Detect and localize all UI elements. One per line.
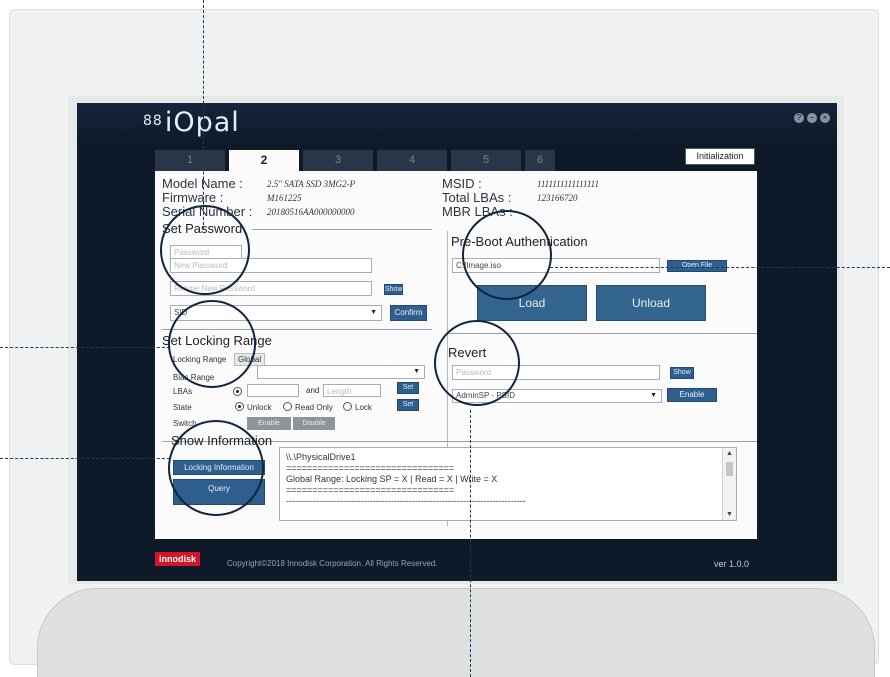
tab-3[interactable]: 3	[303, 150, 373, 171]
lba-length-input[interactable]: Length	[323, 384, 381, 397]
scroll-up-icon[interactable]: ▲	[726, 450, 733, 457]
callout-circle-revert	[434, 320, 520, 406]
help-icon[interactable]: ?	[794, 113, 804, 123]
app-logo: 88iOpal	[143, 107, 240, 138]
output-line: \\.\PhysicalDrive1	[286, 452, 356, 462]
state-label: State	[173, 403, 192, 412]
enable-switch-button[interactable]: Enable	[247, 417, 291, 430]
lbas-label: LBAs	[173, 387, 193, 396]
total-lbas-label: Total LBAs :	[442, 190, 512, 205]
chevron-down-icon: ▼	[650, 392, 657, 399]
callout-circle-pre-boot	[462, 210, 552, 300]
state-unlock-option[interactable]: Unlock	[235, 402, 271, 412]
output-line: ================================	[286, 485, 455, 495]
state-lock-option[interactable]: Lock	[343, 402, 372, 412]
lock-radio	[343, 402, 352, 411]
chevron-down-icon: ▼	[370, 309, 377, 316]
version-text: ver 1.0.0	[714, 559, 750, 569]
unlock-label: Unlock	[247, 403, 272, 412]
revert-show-button[interactable]: Show	[670, 367, 694, 379]
callout-circle-locking-range	[168, 300, 256, 388]
close-icon[interactable]: ×	[820, 113, 830, 123]
tab-6[interactable]: 6	[525, 150, 555, 171]
title-bar: 88iOpal ? − ×	[77, 103, 837, 143]
chevron-down-icon: ▼	[413, 368, 420, 375]
tab-4[interactable]: 4	[377, 150, 447, 171]
callout-leader-line	[550, 267, 890, 268]
callout-circle-show-information	[168, 420, 264, 516]
open-file-button[interactable]: Open File	[667, 260, 727, 272]
callout-leader-line	[203, 0, 204, 230]
unlock-radio	[235, 402, 244, 411]
lba-start-input[interactable]	[247, 384, 299, 397]
output-scrollbar[interactable]: ▲ ▼	[722, 448, 736, 520]
unload-button[interactable]: Unload	[596, 285, 706, 321]
set-state-button[interactable]: Set	[397, 399, 419, 411]
model-name-value: 2.5" SATA SSD 3MG2-P	[267, 179, 356, 189]
tab-5[interactable]: 5	[451, 150, 521, 171]
logo-icon: 88	[143, 113, 163, 129]
copyright-text: Copyright©2018 Innodisk Corporation. All…	[227, 559, 438, 568]
tab-bar: 1 2 3 4 5 6	[155, 146, 757, 171]
output-line: ----------------------------------------…	[286, 496, 526, 506]
and-label: and	[306, 386, 320, 395]
msid-value: 1111111111111111	[537, 179, 599, 189]
output-line: Global Range: Locking SP = X | Read = X …	[286, 474, 498, 484]
state-read-only-option[interactable]: Read Only	[283, 402, 333, 412]
callout-leader-line	[0, 458, 170, 459]
show-password-button[interactable]: Show	[384, 284, 403, 295]
read-only-radio	[283, 402, 292, 411]
minimize-icon[interactable]: −	[807, 113, 817, 123]
scroll-thumb[interactable]	[726, 462, 733, 476]
initialization-button[interactable]: Initialization	[685, 148, 755, 165]
bias-range-select[interactable]: ▼	[257, 365, 425, 379]
revert-enable-button[interactable]: Enable	[667, 388, 717, 402]
output-line: ================================	[286, 463, 455, 473]
confirm-button[interactable]: Confirm	[390, 305, 427, 321]
output-text-area[interactable]: \\.\PhysicalDrive1 =====================…	[279, 447, 737, 521]
callout-circle-set-password	[160, 205, 250, 295]
serial-number-value: 20180516AA000000000	[267, 207, 355, 217]
firmware-value: M161225	[267, 193, 302, 203]
disable-switch-button[interactable]: Disable	[293, 417, 335, 430]
tab-2[interactable]: 2	[229, 150, 299, 171]
read-only-label: Read Only	[295, 403, 333, 412]
firmware-label: Firmware :	[162, 190, 224, 205]
lock-label: Lock	[355, 403, 372, 412]
msid-label: MSID :	[442, 176, 482, 191]
lba-start-radio[interactable]	[233, 387, 242, 396]
innodisk-logo: innodisk	[155, 552, 201, 566]
illustration-stage: 88iOpal ? − × 1 2 3 4 5 6 Initialization…	[0, 0, 890, 677]
callout-leader-line	[470, 410, 471, 677]
monitor-base	[37, 588, 875, 677]
scroll-down-icon[interactable]: ▼	[726, 511, 733, 518]
set-lba-button[interactable]: Set	[397, 382, 419, 394]
callout-leader-line	[0, 347, 170, 348]
section-divider	[252, 229, 432, 230]
total-lbas-value: 123166720	[537, 193, 578, 203]
tab-1[interactable]: 1	[155, 150, 225, 171]
